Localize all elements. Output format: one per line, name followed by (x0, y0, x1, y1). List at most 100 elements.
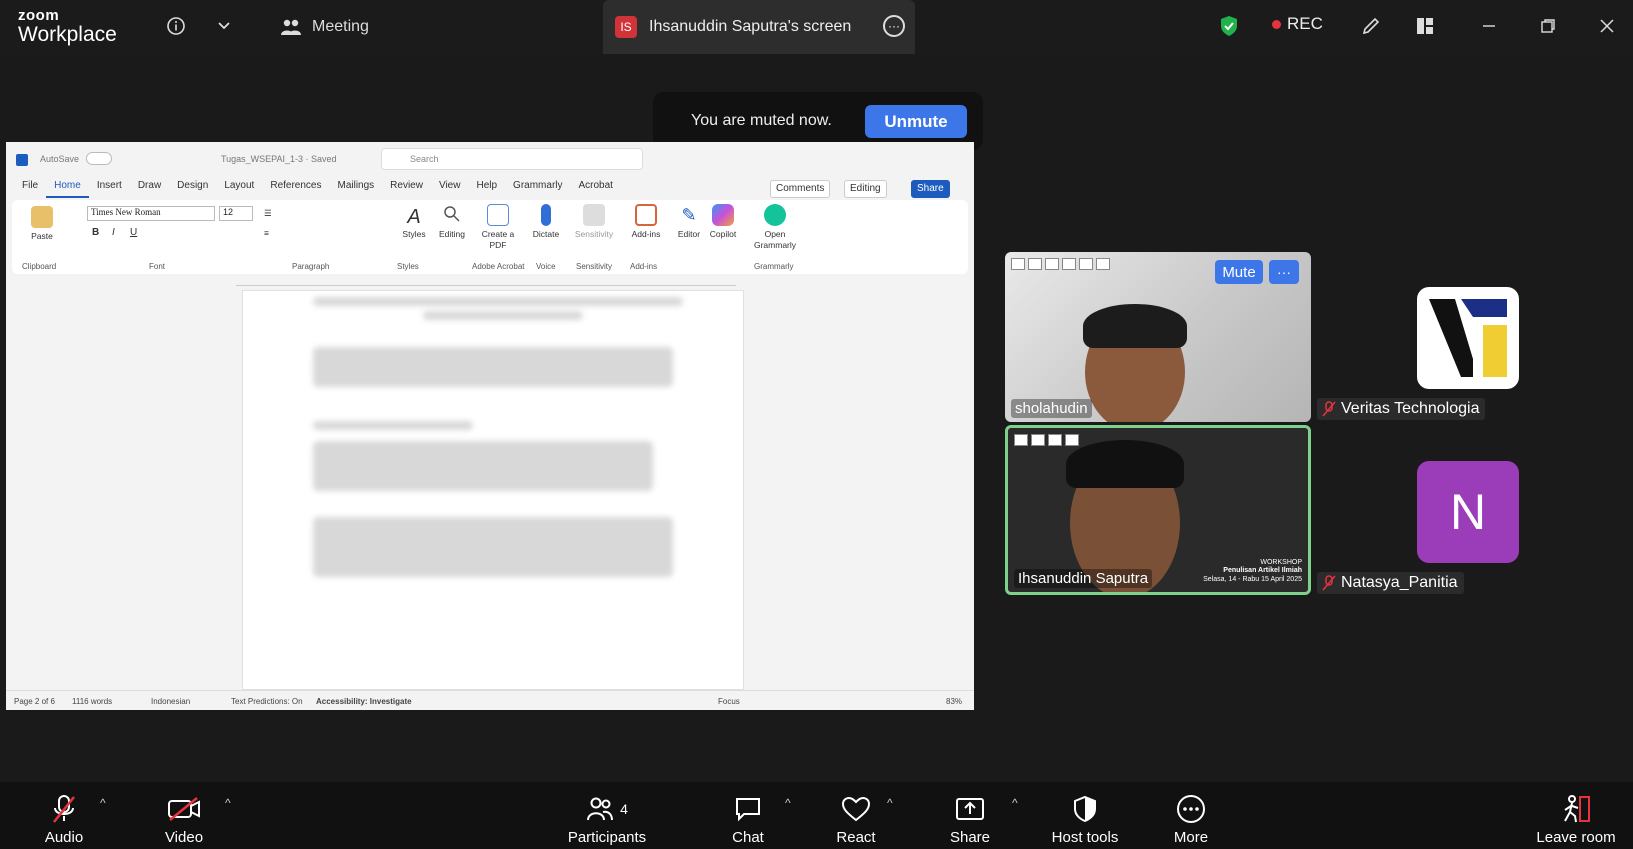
tab-references[interactable]: References (262, 180, 329, 198)
group-adobe: Adobe Acrobat (472, 262, 525, 271)
autosave-label[interactable]: AutoSave (40, 154, 79, 164)
editing-mode-button[interactable]: Editing (844, 180, 887, 198)
dictate-button[interactable]: Dictate (528, 204, 564, 240)
participant-hair (1066, 440, 1184, 488)
video-options-caret[interactable]: ^ (225, 796, 231, 810)
audio-button[interactable]: Audio (42, 794, 86, 846)
editing-button[interactable]: Editing (435, 204, 469, 240)
participant-name: Veritas Technologia (1341, 400, 1480, 417)
more-options-icon[interactable]: ··· (883, 15, 905, 37)
heart-icon (834, 794, 878, 824)
more-label: More (1173, 829, 1209, 846)
mute-participant-button[interactable]: Mute (1215, 260, 1263, 284)
share-screen-icon (948, 794, 992, 824)
find-icon (441, 204, 463, 226)
open-grammarly-button[interactable]: Open Grammarly (750, 204, 800, 251)
video-button[interactable]: Video (162, 794, 206, 846)
focus-mode[interactable]: Focus (718, 697, 740, 706)
close-icon[interactable] (1591, 10, 1623, 42)
page-count[interactable]: Page 2 of 6 (14, 697, 55, 706)
recording-indicator[interactable]: REC (1272, 0, 1323, 48)
info-icon[interactable] (160, 10, 192, 42)
veritas-logo-avatar[interactable] (1417, 287, 1519, 389)
sensitivity-button[interactable]: Sensitivity (572, 204, 616, 240)
paste-button[interactable]: Paste (22, 206, 62, 242)
copilot-button[interactable]: Copilot (706, 204, 740, 240)
font-size-select[interactable]: 12 (219, 206, 253, 221)
bold-button[interactable]: B (92, 226, 99, 239)
react-options-caret[interactable]: ^ (887, 796, 893, 810)
tab-file[interactable]: File (14, 180, 46, 198)
unmute-button[interactable]: Unmute (865, 105, 967, 138)
zoom-level[interactable]: 83% (946, 697, 962, 706)
shared-screen-tab[interactable]: IS Ihsanuddin Saputra's screen ··· (603, 0, 915, 54)
share-button[interactable]: Share (948, 794, 992, 846)
word-count[interactable]: 1116 words (72, 697, 112, 706)
tab-grammarly[interactable]: Grammarly (505, 180, 570, 198)
tab-acrobat[interactable]: Acrobat (571, 180, 621, 198)
bullets-button[interactable]: ☰ (264, 208, 272, 219)
styles-icon: A (407, 206, 421, 228)
group-clipboard: Clipboard (22, 262, 57, 271)
more-button[interactable]: More (1169, 794, 1213, 846)
annotate-pen-icon[interactable] (1355, 10, 1387, 42)
chevron-down-icon[interactable] (208, 10, 240, 42)
minimize-icon[interactable] (1473, 10, 1505, 42)
editor-button[interactable]: ✎ Editor (674, 204, 704, 240)
muted-mic-icon (42, 794, 86, 824)
tab-layout[interactable]: Layout (216, 180, 262, 198)
create-pdf-button[interactable]: Create a PDF (478, 204, 518, 251)
participant-tile-sholahudin[interactable]: Mute ··· sholahudin (1005, 252, 1311, 422)
meeting-menu[interactable]: Meeting (280, 0, 369, 54)
react-button[interactable]: React (834, 794, 878, 846)
tab-insert[interactable]: Insert (89, 180, 130, 198)
host-tools-button[interactable]: Host tools (1047, 794, 1123, 846)
editor-pen-icon: ✎ (681, 205, 697, 225)
participants-button[interactable]: 4 Participants (562, 794, 652, 846)
word-ribbon: Paste Times New Roman 12 B I U ☰ ≡ A Sty… (12, 200, 968, 274)
italic-button[interactable]: I (112, 226, 115, 239)
group-sensitivity: Sensitivity (576, 262, 613, 271)
leave-room-button[interactable]: Leave room (1533, 794, 1619, 846)
tab-home[interactable]: Home (46, 180, 89, 198)
restore-icon[interactable] (1532, 10, 1564, 42)
chat-options-caret[interactable]: ^ (785, 796, 791, 810)
participant-more-button[interactable]: ··· (1269, 260, 1299, 284)
tab-review[interactable]: Review (382, 180, 431, 198)
shared-word-window: AutoSave Tugas_WSEPAI_1-3 · Saved Search… (6, 142, 974, 710)
workshop-banner: WORKSHOP Penulisan Artikel Ilmiah Selasa… (1203, 559, 1302, 584)
styles-button[interactable]: A Styles (397, 204, 431, 240)
security-shield-icon[interactable] (1213, 10, 1245, 42)
word-search-input[interactable]: Search (381, 148, 643, 170)
audio-options-caret[interactable]: ^ (100, 796, 106, 810)
participant-tile-ihsanuddin[interactable]: WORKSHOP Penulisan Artikel Ilmiah Selasa… (1005, 425, 1311, 595)
muted-text: You are muted now. (691, 112, 832, 129)
word-share-button[interactable]: Share (911, 180, 950, 198)
document-page[interactable] (242, 290, 744, 690)
blurred-text (313, 421, 473, 430)
underline-button[interactable]: U (130, 226, 137, 239)
autosave-toggle[interactable] (86, 152, 112, 165)
document-title[interactable]: Tugas_WSEPAI_1-3 · Saved (221, 154, 337, 164)
grammarly-icon (764, 204, 786, 226)
addins-button[interactable]: Add-ins (626, 204, 666, 240)
font-name-select[interactable]: Times New Roman (87, 206, 215, 221)
tab-view[interactable]: View (431, 180, 469, 198)
tab-design[interactable]: Design (169, 180, 216, 198)
language-status[interactable]: Indonesian (151, 697, 190, 706)
tab-help[interactable]: Help (468, 180, 505, 198)
view-layout-icon[interactable] (1409, 10, 1441, 42)
share-label: Share (949, 829, 991, 846)
tab-mailings[interactable]: Mailings (329, 180, 382, 198)
natasya-avatar[interactable]: N (1417, 461, 1519, 563)
group-styles: Styles (397, 262, 419, 271)
horizontal-ruler[interactable] (236, 276, 736, 286)
dictate-label: Dictate (532, 229, 560, 239)
comments-button[interactable]: Comments (770, 180, 831, 198)
chat-button[interactable]: Chat (728, 794, 768, 846)
tab-draw[interactable]: Draw (130, 180, 169, 198)
accessibility-status[interactable]: Accessibility: Investigate (316, 697, 412, 706)
share-options-caret[interactable]: ^ (1012, 796, 1018, 810)
text-predictions-status[interactable]: Text Predictions: On (231, 697, 303, 706)
align-left-button[interactable]: ≡ (264, 228, 269, 239)
